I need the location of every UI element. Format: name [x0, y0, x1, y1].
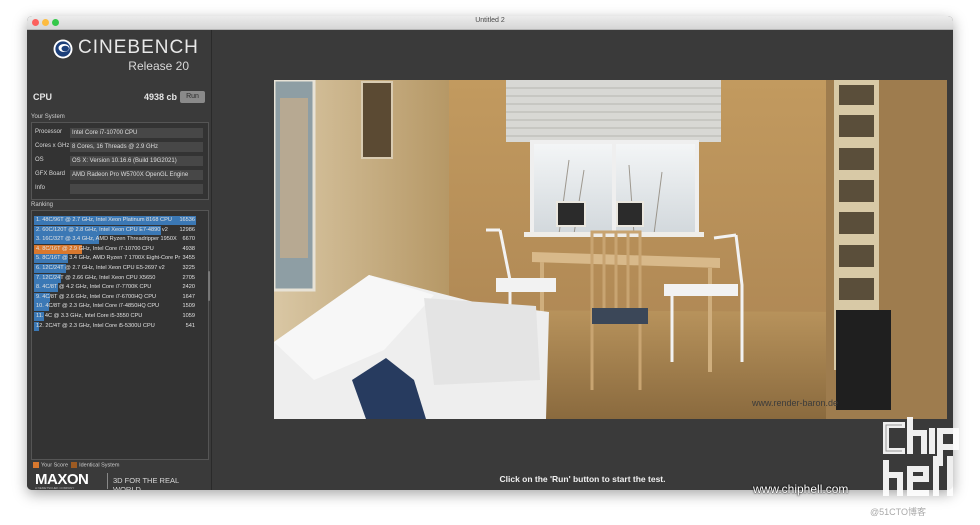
- system-key: OS: [35, 157, 44, 163]
- ranking-row[interactable]: 9. 4C/8T @ 2.6 GHz, Intel Core i7-6700HQ…: [34, 292, 196, 302]
- system-key: GFX Board: [35, 171, 66, 177]
- ranking-scrollbar[interactable]: [208, 271, 210, 301]
- chiphell-watermark-logo: [883, 417, 959, 496]
- ranking-score-value: 3225: [182, 265, 195, 271]
- system-row-gfx: GFX Board AMD Radeon Pro W5700X OpenGL E…: [32, 169, 208, 181]
- window-title: Untitled 2: [475, 17, 505, 24]
- cinebench-wordmark: CINEBENCH: [78, 37, 199, 58]
- ranking-score-value: 1059: [182, 313, 195, 319]
- system-key: Cores x GHz: [35, 143, 70, 149]
- run-button[interactable]: Run: [180, 91, 205, 103]
- system-key: Processor: [35, 129, 63, 135]
- ranking-score-value: 2705: [182, 274, 195, 281]
- your-system-header: Your System: [31, 114, 65, 120]
- system-value: Intel Core i7-10700 CPU: [70, 128, 203, 138]
- ranking-row[interactable]: 2. 60C/120T @ 2.8 GHz, Intel Xeon CPU E7…: [34, 225, 196, 235]
- ranking-cpu-label: 11. 4C @ 3.3 GHz, Intel Core i5-3550 CPU: [36, 313, 143, 319]
- your-score-swatch: [33, 462, 39, 468]
- maxon-brand: MAXON A NEMETSCHEK COMPANY 3D FOR THE RE…: [31, 471, 207, 490]
- ranking-score-value: 16536: [179, 217, 195, 223]
- cpu-test-row: CPU 4938 cb Run: [31, 90, 207, 106]
- ranking-score-value: 541: [185, 322, 195, 329]
- ranking-row[interactable]: 1. 48C/96T @ 2.7 GHz, Intel Xeon Platinu…: [34, 216, 196, 225]
- system-value: AMD Radeon Pro W5700X OpenGL Engine: [70, 170, 203, 180]
- ranking-row[interactable]: 10. 4C/8T @ 2.3 GHz, Intel Core i7-4850H…: [34, 302, 196, 312]
- sidebar: CINEBENCH Release 20 CPU 4938 cb Run You…: [27, 30, 212, 490]
- maxon-subline: A NEMETSCHEK COMPANY: [35, 486, 75, 490]
- system-row-cores: Cores x GHz 8 Cores, 16 Threads @ 2.9 GH…: [32, 141, 208, 153]
- ranking-row[interactable]: 11. 4C @ 3.3 GHz, Intel Core i5-3550 CPU…: [34, 312, 196, 321]
- ranking-score-value: 4938: [182, 245, 195, 252]
- ranking-cpu-label: 12. 2C/4T @ 2.3 GHz, Intel Core i5-5300U…: [36, 322, 155, 329]
- ranking-cpu-label: 9. 4C/8T @ 2.6 GHz, Intel Core i7-6700HQ…: [36, 293, 156, 300]
- ranking-header: Ranking: [31, 202, 54, 208]
- ranking-row[interactable]: 6. 12C/24T @ 2.7 GHz, Intel Xeon CPU E5-…: [34, 264, 196, 273]
- cpu-score: 4938 cb: [143, 92, 177, 102]
- identical-system-legend: Identical System: [79, 462, 120, 469]
- system-row-info: Info: [32, 183, 208, 195]
- system-key: Info: [35, 185, 46, 191]
- system-info-field[interactable]: [70, 184, 203, 194]
- your-score-legend: Your Score: [41, 462, 69, 469]
- ranking-cpu-label: 8. 4C/8T @ 4.2 GHz, Intel Core i7-7700K …: [36, 284, 152, 291]
- ranking-row[interactable]: 3. 16C/32T @ 3.4 GHz, AMD Ryzen Threadri…: [34, 235, 196, 245]
- title-bar: Untitled 2: [27, 16, 953, 30]
- ranking-row[interactable]: 4. 8C/16T @ 2.9 GHz, Intel Core i7-10700…: [34, 244, 196, 254]
- brand-divider: [107, 473, 108, 489]
- ranking-panel: 1. 48C/96T @ 2.7 GHz, Intel Xeon Platinu…: [31, 210, 209, 460]
- ranking-row[interactable]: 12. 2C/4T @ 2.3 GHz, Intel Core i5-5300U…: [34, 321, 196, 331]
- ranking-cpu-label: 4. 8C/16T @ 2.9 GHz, Intel Core i7-10700…: [36, 245, 154, 252]
- app-window: Untitled 2 CINEBENCH Release 20 CPU 4938…: [27, 16, 953, 490]
- ranking-row[interactable]: 5. 8C/16T @ 3.4 GHz, AMD Ryzen 7 1700X E…: [34, 254, 196, 264]
- system-row-os: OS OS X: Version 10.16.6 (Build 19G2021): [32, 155, 208, 167]
- render-preview-image: www.render-baron.de: [274, 80, 947, 419]
- render-viewport: www.render-baron.de: [274, 80, 947, 419]
- ranking-cpu-label: 3. 16C/32T @ 3.4 GHz, AMD Ryzen Threadri…: [36, 236, 177, 243]
- ranking-score-value: 6670: [182, 236, 195, 243]
- cpu-label: CPU: [33, 92, 53, 102]
- release-label: Release 20: [128, 59, 189, 73]
- maxon-tagline: 3D FOR THE REAL WORLD: [113, 476, 179, 490]
- 51cto-watermark: @51CTO博客: [870, 507, 926, 517]
- system-value: 8 Cores, 16 Threads @ 2.9 GHz: [70, 142, 203, 152]
- chiphell-watermark-url: www.chiphell.com: [753, 482, 849, 496]
- system-row-processor: Processor Intel Core i7-10700 CPU: [32, 127, 208, 139]
- ranking-score-value: 1647: [182, 293, 195, 300]
- ranking-cpu-label: 1. 48C/96T @ 2.7 GHz, Intel Xeon Platinu…: [36, 217, 172, 223]
- ranking-score-value: 3455: [182, 255, 195, 262]
- ranking-score-value: 2420: [182, 284, 195, 291]
- ranking-legend: Your Score Identical System: [33, 462, 119, 470]
- ranking-cpu-label: 2. 60C/120T @ 2.8 GHz, Intel Xeon CPU E7…: [36, 226, 168, 233]
- ranking-cpu-label: 5. 8C/16T @ 3.4 GHz, AMD Ryzen 7 1700X E…: [36, 255, 181, 262]
- ranking-cpu-label: 10. 4C/8T @ 2.3 GHz, Intel Core i7-4850H…: [36, 303, 160, 310]
- render-signature: www.render-baron.de: [751, 398, 838, 408]
- ranking-cpu-label: 6. 12C/24T @ 2.7 GHz, Intel Xeon CPU E5-…: [36, 265, 165, 271]
- cinebench-logo: CINEBENCH Release 20: [27, 30, 211, 85]
- your-system-panel: Processor Intel Core i7-10700 CPU Cores …: [31, 122, 209, 200]
- system-value: OS X: Version 10.16.6 (Build 19G2021): [70, 156, 203, 166]
- ranking-score-value: 1509: [182, 303, 195, 310]
- cinebench-logo-icon: [53, 39, 73, 59]
- identical-system-swatch: [71, 462, 78, 468]
- ranking-score-value: 12986: [179, 226, 195, 233]
- ranking-row[interactable]: 7. 12C/24T @ 2.66 GHz, Intel Xeon CPU X5…: [34, 273, 196, 283]
- ranking-cpu-label: 7. 12C/24T @ 2.66 GHz, Intel Xeon CPU X5…: [36, 274, 156, 281]
- ranking-row[interactable]: 8. 4C/8T @ 4.2 GHz, Intel Core i7-7700K …: [34, 283, 196, 293]
